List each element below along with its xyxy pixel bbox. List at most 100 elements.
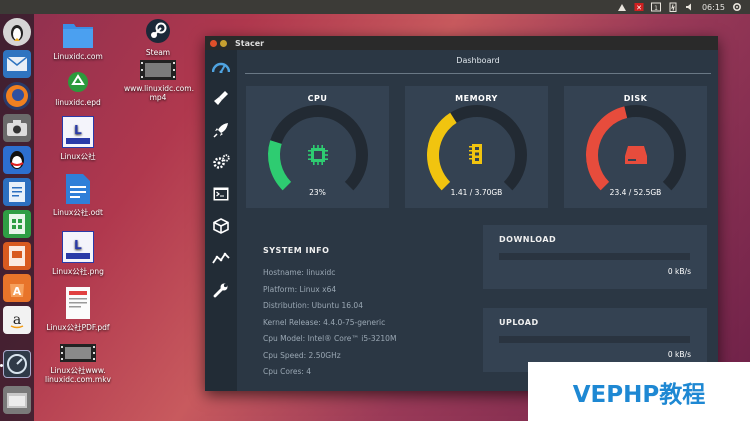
linux-gongshe-logo-icon: L <box>44 115 112 150</box>
memory-gauge <box>427 105 527 191</box>
volume-icon[interactable] <box>685 2 695 12</box>
resources-chart-icon[interactable] <box>211 248 231 268</box>
desktop-icon-linux-gongshe[interactable]: L Linux公社 <box>44 115 112 161</box>
disk-drive-icon <box>625 146 647 164</box>
svg-text:L: L <box>74 123 82 137</box>
disk-gauge <box>586 105 686 191</box>
calc-icon[interactable] <box>3 210 31 238</box>
download-bar <box>499 253 690 260</box>
battery-icon[interactable] <box>668 2 678 12</box>
pdf-document-icon <box>44 287 112 321</box>
desktop-icon-label: Linux公社.png <box>52 267 104 276</box>
dashboard-main: Dashboard CPU 23% MEMORY 1.41 / 3.70GB D… <box>237 50 718 391</box>
cpu-model-row: Cpu Model: Intel® Core™ i5-3210M <box>263 334 397 343</box>
window-titlebar[interactable]: Stacer <box>205 36 718 50</box>
memory-value: 1.41 / 3.70GB <box>450 188 503 197</box>
recycle-document-icon <box>44 70 112 96</box>
desktop-icon-linux-gongshe-pdf[interactable]: Linux公社PDF.pdf <box>44 287 112 332</box>
system-info-panel: SYSTEM INFO Hostname: linuxidc Platform:… <box>263 246 396 381</box>
page-title: Dashboard <box>245 56 711 74</box>
files-icon[interactable] <box>3 386 31 414</box>
desktop-icon-linux-gongshe-mkv[interactable]: Linux公社www. linuxidc.com.mkv <box>44 344 112 384</box>
cpu-speed-row: Cpu Speed: 2.50GHz <box>263 350 341 360</box>
cpu-cores-row: Cpu Cores: 4 <box>263 367 312 376</box>
folder-icon <box>44 20 112 50</box>
desktop-icon-linux-gongshe-png[interactable]: L Linux公社.png <box>44 230 112 276</box>
desktop-icon-linux-gongshe-odt[interactable]: Linux公社.odt <box>44 174 112 217</box>
uninstaller-box-icon[interactable] <box>211 216 231 236</box>
desktop-icon-linuxidc-epd[interactable]: linuxidc.epd <box>44 70 112 107</box>
qq-icon[interactable] <box>3 146 31 174</box>
download-value: 0 kB/s <box>667 267 691 276</box>
video-file-icon <box>124 60 192 82</box>
upload-bar <box>499 336 690 343</box>
desktop-icon-label: Linuxidc.com <box>53 52 103 61</box>
launcher: A a <box>0 14 34 421</box>
desktop-icon-label: Linux公社www. linuxidc.com.mkv <box>45 366 111 384</box>
svg-text:1: 1 <box>654 5 658 12</box>
writer-icon[interactable] <box>3 178 31 206</box>
cpu-gauge-fill <box>268 140 292 191</box>
power-gear-icon[interactable] <box>732 2 742 12</box>
odt-document-icon <box>44 174 112 206</box>
disk-gauge-fill <box>586 106 628 191</box>
disk-card: DISK 23.4 / 52.5GB <box>564 86 707 208</box>
video-file-icon <box>44 344 112 364</box>
settings-wrench-icon[interactable] <box>211 280 231 300</box>
download-card: DOWNLOAD 0 kB/s <box>483 225 707 289</box>
download-title: DOWNLOAD <box>499 235 557 244</box>
desktop-icon-label: Linux公社 <box>60 152 96 161</box>
software-center-icon[interactable]: A <box>3 274 31 302</box>
upload-title: UPLOAD <box>499 318 539 327</box>
cleaner-brush-icon[interactable] <box>211 88 231 108</box>
svg-text:L: L <box>74 238 82 252</box>
close-button[interactable] <box>210 39 217 47</box>
input-method-icon[interactable]: ✕ <box>634 2 644 12</box>
processes-terminal-icon[interactable] <box>211 184 231 204</box>
disk-value: 23.4 / 52.5GB <box>609 188 662 197</box>
amazon-icon[interactable]: a <box>3 306 31 334</box>
network-icon[interactable] <box>617 2 627 12</box>
upload-value: 0 kB/s <box>667 350 691 359</box>
desktop-icon-label: www.linuxidc.com. mp4 <box>124 84 194 102</box>
desktop-icon-linuxidc-mp4[interactable]: www.linuxidc.com. mp4 <box>124 60 194 102</box>
app-sidebar <box>205 50 237 391</box>
desktop-icon-label: Steam <box>145 48 171 57</box>
camera-icon[interactable] <box>3 114 31 142</box>
clock[interactable]: 06:15 <box>702 3 725 12</box>
desktop-icon-label: Linux公社PDF.pdf <box>46 323 110 332</box>
platform-row: Platform: Linux x64 <box>263 284 337 294</box>
system-tray: ✕ 1 06:15 <box>617 1 742 13</box>
distribution-row: Distribution: Ubuntu 16.04 <box>263 301 363 310</box>
startup-rocket-icon[interactable] <box>211 120 231 140</box>
memory-gauge-fill <box>427 112 457 191</box>
impress-icon[interactable] <box>3 242 31 270</box>
firefox-icon[interactable] <box>3 82 31 110</box>
watermark-logo: VEPHP教程 <box>528 362 750 421</box>
svg-text:A: A <box>13 285 22 298</box>
hostname-row: Hostname: linuxidc <box>263 268 336 277</box>
svg-text:a: a <box>13 312 21 328</box>
system-info-title: SYSTEM INFO <box>263 246 330 255</box>
desktop-icon-linuxidc-folder[interactable]: Linuxidc.com <box>44 20 112 61</box>
cpu-chip-icon <box>308 145 328 165</box>
cpu-value: 23% <box>309 188 326 197</box>
minimize-button[interactable] <box>220 39 227 47</box>
language-icon[interactable]: 1 <box>650 2 661 12</box>
kernel-release-row: Kernel Release: 4.4.0-75-generic <box>263 317 386 327</box>
cpu-card: CPU 23% <box>246 86 389 208</box>
steam-icon <box>124 18 192 46</box>
desktop-icon-steam[interactable]: Steam <box>124 18 192 57</box>
window-title: Stacer <box>235 38 265 48</box>
ubuntu-dash-icon[interactable] <box>3 18 31 46</box>
top-panel: ✕ 1 06:15 <box>0 0 750 14</box>
services-gears-icon[interactable] <box>211 152 231 172</box>
memory-ram-icon <box>469 144 482 164</box>
svg-text:✕: ✕ <box>636 4 642 12</box>
stacer-launcher-icon[interactable] <box>3 350 31 378</box>
cpu-gauge <box>268 105 368 191</box>
memory-card: MEMORY 1.41 / 3.70GB <box>405 86 548 208</box>
mail-icon[interactable] <box>3 50 31 78</box>
desktop-icon-label: Linux公社.odt <box>53 208 103 217</box>
dashboard-icon[interactable] <box>211 56 231 76</box>
